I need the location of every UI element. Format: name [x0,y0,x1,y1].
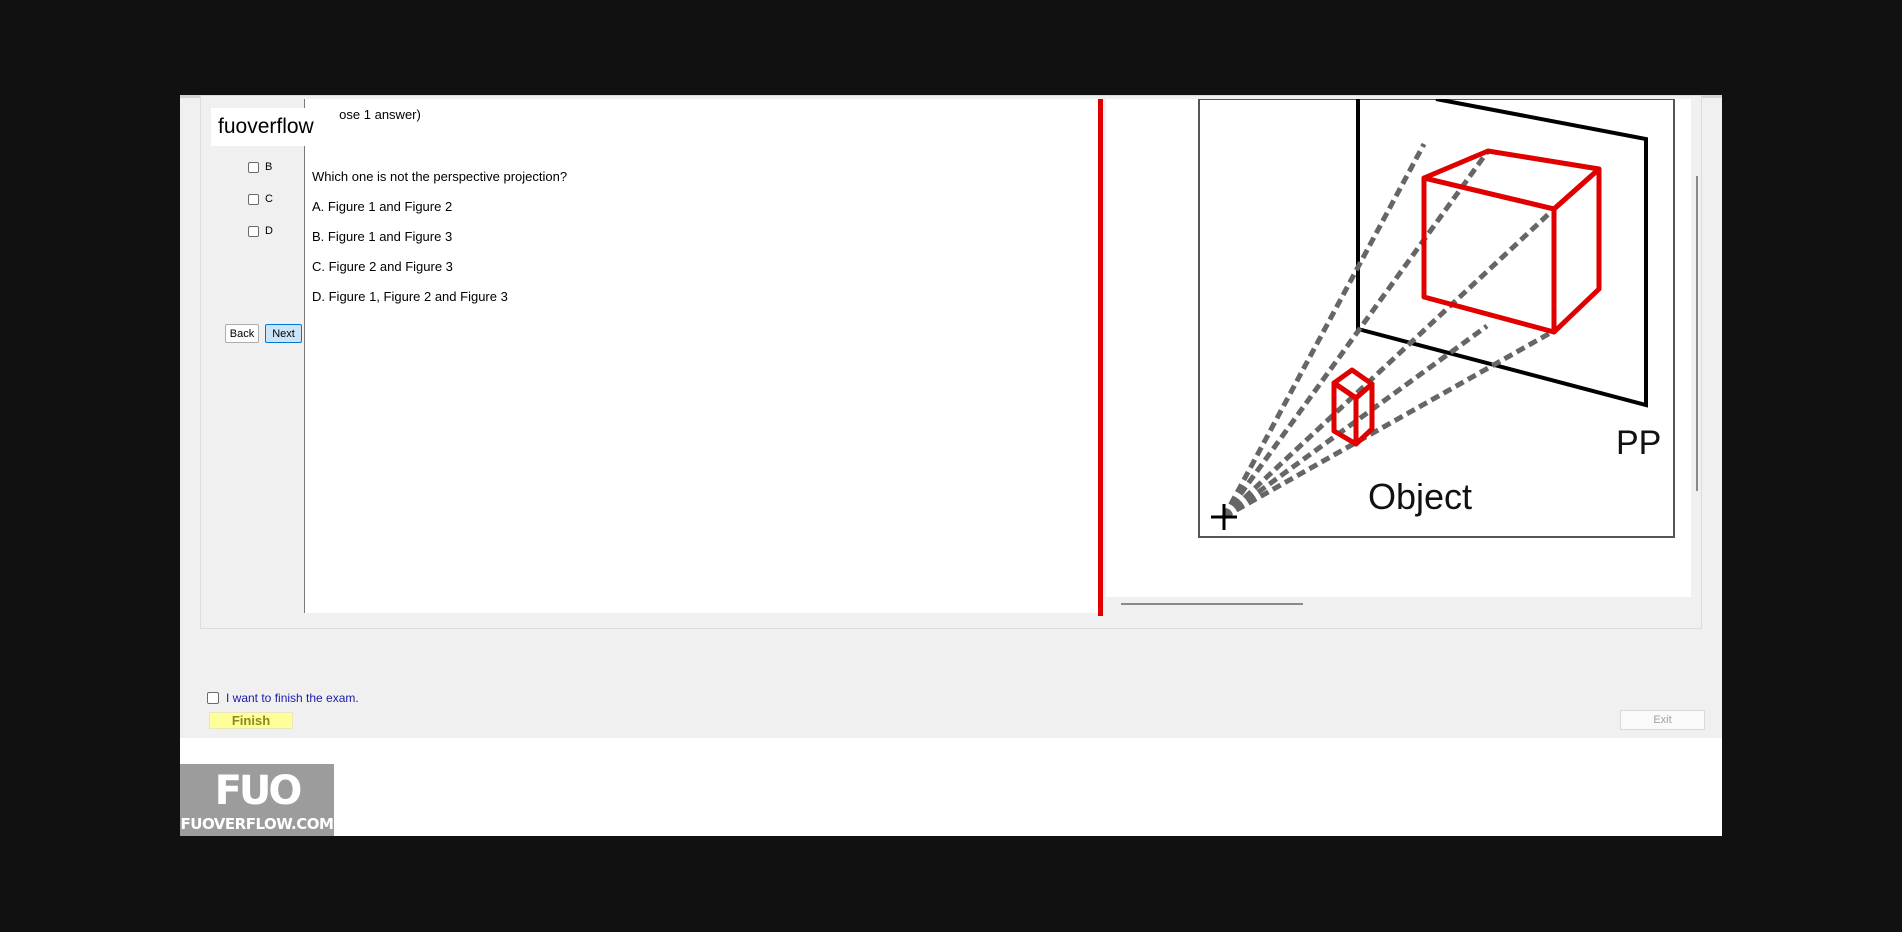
option-c-checkbox[interactable] [248,193,259,205]
exam-window: A B C D Back Next (Choose 1 answer) Whic… [180,95,1722,738]
back-button[interactable]: Back [225,324,259,343]
option-b-label: B [265,161,273,173]
finish-exam-label: I want to finish the exam. [226,691,359,705]
pp-label: PP [1616,424,1661,462]
object-label: Object [1368,476,1472,517]
figure-vertical-scrollbar[interactable] [1696,176,1698,491]
answer-line-a: A. Figure 1 and Figure 2 [312,199,453,214]
logo-site: FUOVERFLOW.COM [180,815,334,833]
question-panel: (Choose 1 answer) Which one is not the p… [304,99,1102,613]
fuoverflow-logo: FUO FUOVERFLOW.COM [180,764,334,836]
perspective-figure: PP Object [1198,99,1675,538]
content-frame: A B C D Back Next (Choose 1 answer) Whic… [200,95,1702,629]
panel-splitter[interactable] [1098,99,1103,616]
next-button[interactable]: Next [265,324,302,343]
answer-line-d: D. Figure 1, Figure 2 and Figure 3 [312,289,508,304]
watermark: fuoverflow [211,108,339,146]
finish-exam-checkbox-row[interactable]: I want to finish the exam. [207,691,359,705]
option-b-checkbox[interactable] [248,161,259,173]
figure-panel: PP Object [1106,99,1691,597]
logo-mark: FUO [214,768,303,814]
option-b[interactable]: B [248,159,272,175]
option-d-label: D [265,225,273,237]
figure-horizontal-scrollbar[interactable] [1121,603,1303,605]
bottom-area [180,738,1722,836]
question-text: Which one is not the perspective project… [312,169,568,184]
answer-line-c: C. Figure 2 and Figure 3 [312,259,453,274]
exit-button[interactable]: Exit [1620,710,1705,730]
option-d-checkbox[interactable] [248,225,259,237]
finish-exam-checkbox[interactable] [207,692,219,704]
option-d[interactable]: D [248,223,273,239]
option-c[interactable]: C [248,191,273,207]
finish-button[interactable]: Finish [209,712,293,729]
option-c-label: C [265,193,273,205]
answer-line-b: B. Figure 1 and Figure 3 [312,229,453,244]
